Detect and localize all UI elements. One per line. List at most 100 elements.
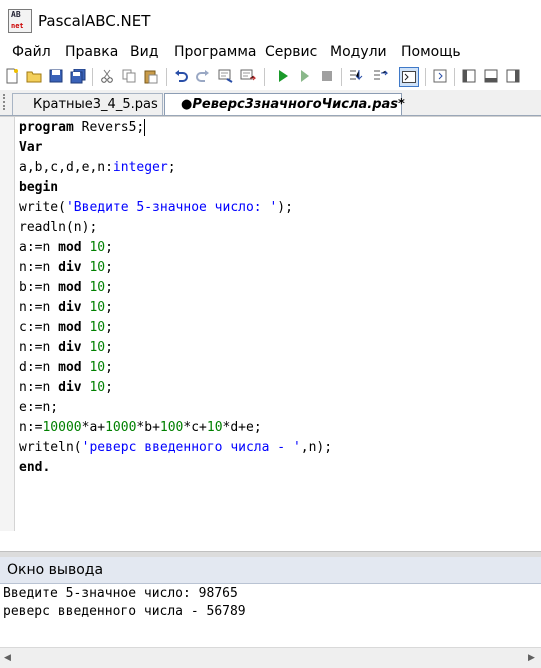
code-token: n:=n [19,340,59,355]
scroll-left-icon[interactable]: ◀ [4,653,11,663]
code-token: ; [105,260,113,275]
menu-view[interactable]: Вид [130,44,158,60]
code-token: begin [19,180,59,195]
code-line[interactable]: program Revers5; [19,118,332,138]
paste-icon[interactable] [143,68,159,84]
menu-help[interactable]: Помощь [401,44,461,60]
app-icon-net: net [11,22,24,30]
toolbar-separator [425,68,426,86]
code-line[interactable]: end. [19,458,332,478]
new-file-icon[interactable] [4,68,20,84]
toolbar [0,66,541,88]
code-line[interactable]: begin [19,178,332,198]
open-folder-icon[interactable] [26,68,42,84]
tab-kratnye[interactable]: Кратные3_4_5.pas [12,93,163,115]
code-token: b:=n [19,280,59,295]
console-window-icon[interactable] [399,67,419,87]
toolbar-separator [166,68,167,86]
code-token: 'Введите 5-значное число: ' [65,200,278,215]
code-token: *d+e; [222,420,262,435]
code-line[interactable]: n:=n div 10; [19,338,332,358]
menu-modules[interactable]: Модули [330,44,387,60]
dock-right-icon[interactable] [505,68,521,84]
code-token: 1000 [105,420,137,435]
code-line[interactable]: readln(n); [19,218,332,238]
menu-program[interactable]: Программа [174,44,257,60]
run-icon[interactable] [275,68,291,84]
code-line[interactable]: a:=n mod 10; [19,238,332,258]
code-line[interactable]: b:=n mod 10; [19,278,332,298]
code-line[interactable]: n:=10000*a+1000*b+100*c+10*d+e; [19,418,332,438]
undo-icon[interactable] [173,68,189,84]
tab-revers[interactable]: ●Реверс3значногоЧисла.pas* [164,93,405,115]
code-token: write( [19,200,66,215]
code-token: program [19,120,74,135]
menu-edit[interactable]: Правка [65,44,118,60]
search-icon[interactable] [218,68,234,84]
code-token: end. [19,460,51,475]
menu-file[interactable]: Файл [12,44,51,60]
code-line[interactable]: n:=n div 10; [19,378,332,398]
code-token: ; [136,120,145,135]
code-token: d:=n [19,360,59,375]
dock-bottom-icon[interactable] [483,68,499,84]
code-token: Var [19,140,43,155]
code-line[interactable]: a,b,c,d,e,n:integer; [19,158,332,178]
output-line: Введите 5-значное число: 98765 [3,586,238,601]
toolbar-separator [264,68,265,86]
code-line[interactable]: write('Введите 5-значное число: '); [19,198,332,218]
code-token: writeln( [19,440,82,455]
code-token: c:=n [19,320,59,335]
code-token: 10 [206,420,223,435]
replace-icon[interactable] [240,68,256,84]
tab-bar-grip[interactable] [3,94,11,110]
cut-icon[interactable] [99,68,115,84]
save-all-icon[interactable] [70,68,86,84]
window-title: PascalABC.NET [38,12,151,30]
code-token: ); [277,200,293,215]
copy-icon[interactable] [121,68,137,84]
step-over-icon[interactable] [372,68,388,84]
menu-service[interactable]: Сервис [265,44,317,60]
code-token: ; [105,300,113,315]
dock-left-icon[interactable] [461,68,477,84]
redo-icon[interactable] [195,68,211,84]
code-token: n:=n [19,380,59,395]
pascalabc-app-icon[interactable]: AB net [8,9,32,33]
code-lines[interactable]: program Revers5; Var a,b,c,d,e,n:integer; b… [19,118,332,478]
editor-gutter [0,117,15,531]
code-line[interactable]: n:=n div 10; [19,258,332,278]
code-editor[interactable]: program Revers5; Var a,b,c,d,e,n:integer; b… [0,116,541,668]
step-into-icon[interactable] [348,68,364,84]
code-token: ; [105,240,113,255]
save-icon[interactable] [48,68,64,84]
app-icon-letters: AB [11,10,21,19]
title-bar: AB net PascalABC.NET [0,0,541,40]
code-token: a:=n [19,240,59,255]
output-panel-header: Окно вывода [0,557,541,584]
debug-step-icon[interactable] [297,68,313,84]
horizontal-scrollbar[interactable]: ◀ ▶ [0,647,541,668]
code-token: Revers5 [73,120,137,135]
code-token: 10 [89,340,106,355]
output-panel[interactable]: Введите 5-значное число: 98765 реверс вв… [0,584,541,646]
code-line[interactable]: c:=n mod 10; [19,318,332,338]
code-line[interactable]: d:=n mod 10; [19,358,332,378]
code-line[interactable]: e:=n; [19,398,332,418]
scroll-right-icon[interactable]: ▶ [528,653,535,663]
output-icon[interactable] [432,68,448,84]
code-token: div [58,380,82,395]
code-line[interactable]: Var [19,138,332,158]
menu-bar: Файл Правка Вид Программа Сервис Модули … [0,42,541,64]
code-token: n:=n [19,300,59,315]
code-line[interactable]: writeln('реверс введенного числа - ',n); [19,438,332,458]
code-line[interactable]: n:=n div 10; [19,298,332,318]
code-token: 'реверс введенного числа - ' [81,440,301,455]
code-token: 10 [89,300,106,315]
code-token: div [58,300,82,315]
code-token: *a+ [81,420,106,435]
stop-icon[interactable] [319,68,335,84]
code-token: ; [105,280,113,295]
code-token: 10 [89,320,106,335]
code-token: 10 [89,240,106,255]
